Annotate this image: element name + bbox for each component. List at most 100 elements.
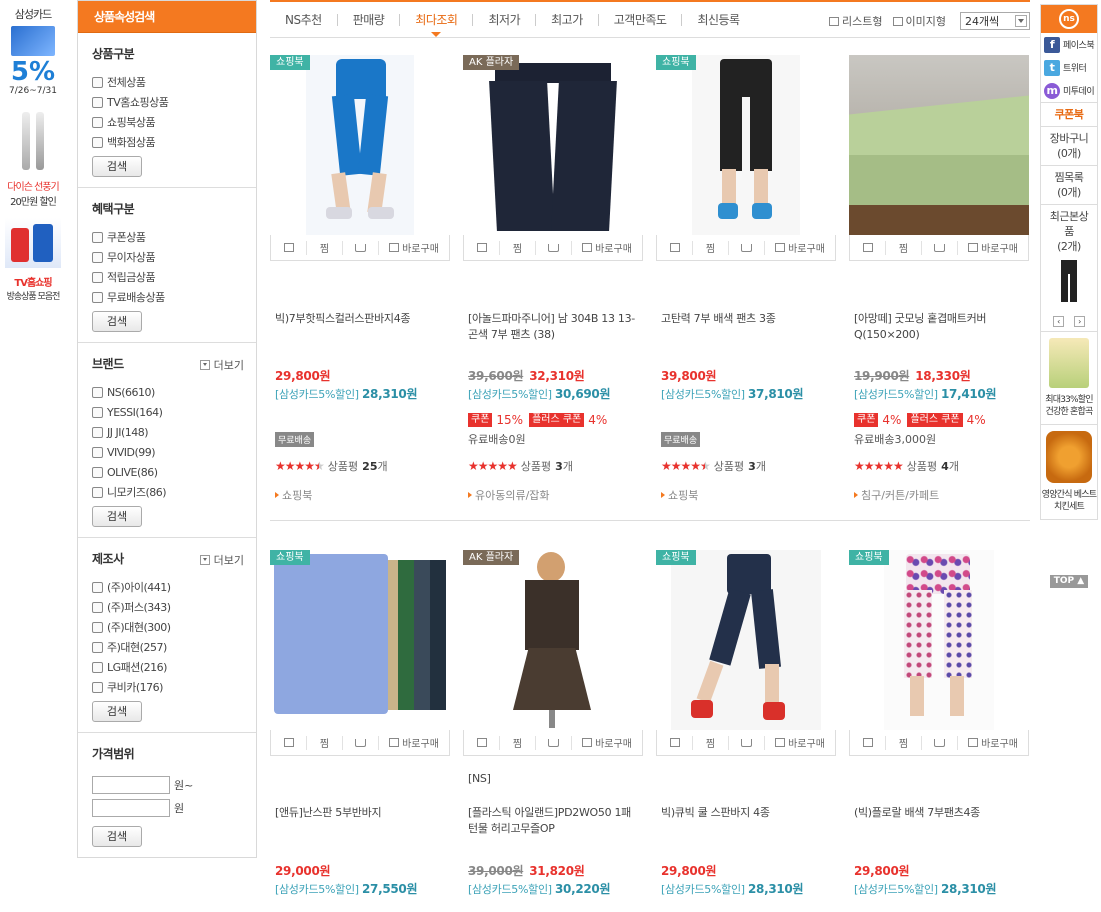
product-card[interactable]: 쇼핑북 찜 바로구매 [앤듀]난스판 5부반바지 29,000원 [삼성카드5%… bbox=[270, 550, 450, 896]
wishlist-button[interactable]: 찜 bbox=[886, 735, 922, 750]
category-link[interactable]: 침구/커튼/카페트 bbox=[854, 487, 939, 503]
me2day-link[interactable]: m 미투데이 bbox=[1041, 79, 1097, 102]
product-card[interactable]: 찜 바로구매 [아망떼] 굿모닝 홑겹매트커버 Q(150×200) 19,90… bbox=[849, 55, 1029, 502]
buy-now-button[interactable]: 바로구매 bbox=[765, 241, 835, 255]
checkbox-icon[interactable] bbox=[92, 446, 103, 458]
checkbox-maker[interactable]: LG패션(216) bbox=[92, 657, 256, 677]
checkbox-maker[interactable]: 쿠비카(176) bbox=[92, 677, 256, 697]
product-card[interactable]: AK 플라자 찜 바로구매 [NS] [플라스틱 아일랜드]PD2WO50 1패… bbox=[463, 550, 643, 896]
quickview-icon[interactable] bbox=[271, 735, 307, 750]
checkbox-brand[interactable]: NS(6610) bbox=[92, 382, 256, 402]
product-card[interactable]: AK 플라자 찜 바로구매 [아놀드파마주니어] 남 304B 13 13- 곤… bbox=[463, 55, 643, 502]
product-card[interactable]: 쇼핑북 찜 바로구매 (빅)플로랄 배색 7부팬츠4종 29,800원 [삼성카… bbox=[849, 550, 1029, 896]
price-min-input[interactable] bbox=[92, 776, 170, 794]
search-button[interactable]: 검색 bbox=[92, 826, 142, 847]
quickview-icon[interactable] bbox=[464, 240, 500, 255]
twitter-link[interactable]: t 트위터 bbox=[1041, 56, 1097, 79]
chicken-ad[interactable]: 영양간식 베스트치킨세트 bbox=[1041, 424, 1097, 519]
product-name[interactable]: 빅)큐빅 쿨 스판바지 4종 bbox=[661, 805, 833, 821]
quickview-icon[interactable] bbox=[657, 240, 693, 255]
checkbox-maker[interactable]: 주)대현(257) bbox=[92, 637, 256, 657]
product-card[interactable]: 쇼핑북 찜 바로구매 빅)7부핫픽스컬러스판바지4종 29,800원 [삼성카드… bbox=[270, 55, 450, 502]
checkbox-points[interactable]: 적립금상품 bbox=[92, 267, 256, 287]
checkbox-icon[interactable] bbox=[92, 116, 103, 128]
search-button[interactable]: 검색 bbox=[92, 311, 142, 332]
wishlist-button[interactable]: 찜 bbox=[886, 240, 922, 255]
list-view-button[interactable]: 리스트형 bbox=[842, 13, 882, 29]
buy-now-button[interactable]: 바로구매 bbox=[765, 736, 835, 750]
image-view-icon[interactable] bbox=[892, 16, 903, 26]
list-view-icon[interactable] bbox=[829, 16, 840, 26]
tab-highest-price[interactable]: 최고가 bbox=[536, 13, 599, 26]
tab-ns-recommend[interactable]: NS추천 bbox=[270, 13, 338, 26]
category-link[interactable]: 유아동의류/잡화 bbox=[468, 487, 550, 503]
checkbox-brand[interactable]: VIVID(99) bbox=[92, 442, 256, 462]
checkbox-icon[interactable] bbox=[92, 641, 103, 653]
wishlist-button[interactable]: 찜 bbox=[500, 240, 536, 255]
product-image[interactable]: AK 플라자 bbox=[463, 55, 643, 235]
buy-now-button[interactable]: 바로구매 bbox=[958, 736, 1028, 750]
more-button[interactable]: 더보기 bbox=[199, 357, 244, 373]
product-image[interactable]: 쇼핑북 bbox=[270, 55, 450, 235]
product-image[interactable]: 쇼핑북 bbox=[849, 550, 1029, 730]
checkbox-icon[interactable] bbox=[92, 581, 103, 593]
cart-icon[interactable] bbox=[343, 735, 379, 750]
product-name[interactable]: [플라스틱 아일랜드]PD2WO50 1패턴물 허리고무즐OP bbox=[468, 805, 640, 837]
checkbox-brand[interactable]: 니모키즈(86) bbox=[92, 482, 256, 502]
checkbox-icon[interactable] bbox=[92, 291, 103, 303]
grain-ad[interactable]: 최대33%할인 건강한 혼합곡 bbox=[1041, 331, 1097, 424]
product-name[interactable]: (빅)플로랄 배색 7부팬츠4종 bbox=[854, 805, 1026, 821]
checkbox-icon[interactable] bbox=[92, 601, 103, 613]
checkbox-brand[interactable]: OLIVE(86) bbox=[92, 462, 256, 482]
samsung-card-banner[interactable]: 삼성카드 5% 7/26~7/31 bbox=[0, 6, 66, 96]
cart-icon[interactable] bbox=[536, 735, 572, 750]
checkbox-icon[interactable] bbox=[92, 76, 103, 88]
checkbox-icon[interactable] bbox=[92, 231, 103, 243]
tab-sales[interactable]: 판매량 bbox=[338, 13, 401, 26]
checkbox-icon[interactable] bbox=[92, 486, 103, 498]
checkbox-icon[interactable] bbox=[92, 621, 103, 633]
cart-icon[interactable] bbox=[729, 735, 765, 750]
more-button[interactable]: 더보기 bbox=[199, 552, 244, 568]
chevron-left-icon[interactable]: ‹ bbox=[1053, 316, 1064, 327]
cart-icon[interactable] bbox=[922, 735, 958, 750]
buy-now-button[interactable]: 바로구매 bbox=[379, 736, 449, 750]
category-link[interactable]: 쇼핑북 bbox=[661, 487, 698, 503]
search-button[interactable]: 검색 bbox=[92, 506, 142, 527]
product-name[interactable]: [아망떼] 굿모닝 홑겹매트커버 Q(150×200) bbox=[854, 311, 1026, 343]
checkbox-icon[interactable] bbox=[92, 96, 103, 108]
cart-icon[interactable] bbox=[922, 240, 958, 255]
search-button[interactable]: 검색 bbox=[92, 156, 142, 177]
checkbox-icon[interactable] bbox=[92, 386, 103, 398]
per-page-select[interactable]: 24개씩 bbox=[960, 12, 1030, 30]
checkbox-brand[interactable]: JJ JI(148) bbox=[92, 422, 256, 442]
ns-logo[interactable]: ns bbox=[1041, 5, 1097, 33]
quickview-icon[interactable] bbox=[657, 735, 693, 750]
checkbox-dept[interactable]: 백화점상품 bbox=[92, 132, 256, 152]
price-max-field[interactable]: 원 bbox=[92, 799, 256, 817]
checkbox-icon[interactable] bbox=[92, 271, 103, 283]
dyson-banner[interactable]: 다이슨 선풍기 20만원 할인 bbox=[0, 112, 66, 208]
wishlist-button[interactable]: 찜 bbox=[307, 240, 343, 255]
buy-now-button[interactable]: 바로구매 bbox=[379, 241, 449, 255]
checkbox-icon[interactable] bbox=[92, 136, 103, 148]
facebook-link[interactable]: f 페이스북 bbox=[1041, 33, 1097, 56]
product-image[interactable]: 쇼핑북 bbox=[656, 550, 836, 730]
checkbox-free-ship[interactable]: 무료배송상품 bbox=[92, 287, 256, 307]
quickview-icon[interactable] bbox=[850, 735, 886, 750]
wishlist-button[interactable]: 찜 bbox=[500, 735, 536, 750]
buy-now-button[interactable]: 바로구매 bbox=[958, 241, 1028, 255]
tab-satisfaction[interactable]: 고객만족도 bbox=[599, 13, 683, 26]
cart-icon[interactable] bbox=[729, 240, 765, 255]
checkbox-icon[interactable] bbox=[92, 406, 103, 418]
checkbox-tv[interactable]: TV홈쇼핑상품 bbox=[92, 92, 256, 112]
scroll-top-button[interactable]: TOP ▲ bbox=[1050, 575, 1088, 588]
checkbox-icon[interactable] bbox=[92, 251, 103, 263]
search-button[interactable]: 검색 bbox=[92, 701, 142, 722]
chevron-right-icon[interactable]: › bbox=[1074, 316, 1085, 327]
product-image[interactable]: 쇼핑북 bbox=[270, 550, 450, 730]
product-image[interactable]: AK 플라자 bbox=[463, 550, 643, 730]
checkbox-maker[interactable]: (주)퍼스(343) bbox=[92, 597, 256, 617]
tab-newest[interactable]: 최신등록 bbox=[682, 14, 754, 26]
category-link[interactable]: 쇼핑북 bbox=[275, 487, 312, 503]
